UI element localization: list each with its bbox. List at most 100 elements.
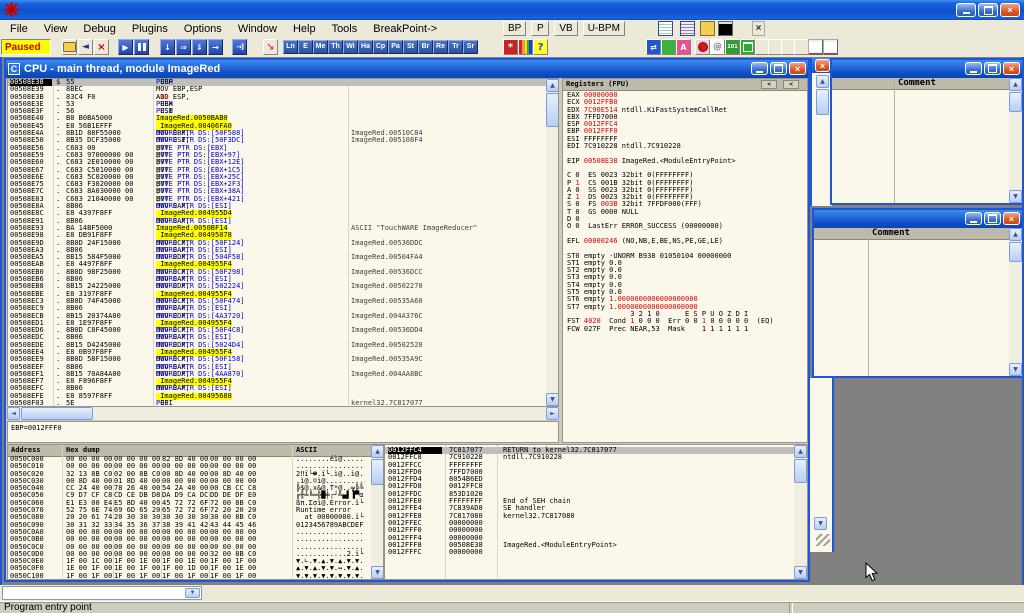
register-line[interactable]: T 0 GS 0000 NULL xyxy=(563,209,807,216)
cpu-titlebar[interactable]: C CPU - main thread, module ImageRed × xyxy=(6,60,808,78)
scrollbar-thumb[interactable] xyxy=(21,407,93,420)
close-pane-button[interactable]: × xyxy=(815,59,830,72)
menu-item-options[interactable]: Options xyxy=(176,23,230,35)
pane-button-ln[interactable]: Ln xyxy=(283,40,298,54)
scroll-right-button[interactable]: ► xyxy=(546,407,559,420)
close-program-icon[interactable]: × xyxy=(94,39,109,55)
disasm-row[interactable]: 00508EB0.8B0D 98F25000MOV ECX,DWORD PTR … xyxy=(8,269,558,276)
menu-button-ubpm[interactable]: U-BPM xyxy=(583,21,625,36)
scroll-down-button[interactable]: ▼ xyxy=(371,566,384,579)
pane-button-me[interactable]: Me xyxy=(313,40,328,54)
cpu-close-button[interactable]: × xyxy=(789,62,806,75)
disasm-row[interactable]: 00508E83.C683 21040000 00MOV BYTE PTR DS… xyxy=(8,196,558,203)
scroll-up-button[interactable]: ▲ xyxy=(816,75,829,88)
pane-button-ha[interactable]: Ha xyxy=(358,40,373,54)
disasm-row[interactable]: 00508E38$55PUSH EBP xyxy=(8,79,558,86)
disasm-row[interactable]: 00508E3E.53PUSH EBX xyxy=(8,101,558,108)
disasm-row[interactable]: 00508EE9.8B0D 58F15000MOV ECX,DWORD PTR … xyxy=(8,356,558,363)
scroll-up-button[interactable]: ▲ xyxy=(1009,228,1022,241)
maximize-button[interactable] xyxy=(984,62,1001,75)
comment-window-bottom-titlebar[interactable]: × xyxy=(814,210,1022,228)
column-headers[interactable]: Comment xyxy=(832,78,1022,90)
column-headers[interactable]: Comment xyxy=(814,228,1022,240)
close-button[interactable]: × xyxy=(1003,212,1020,225)
menu-item-tools[interactable]: Tools xyxy=(324,23,366,35)
pane-button-th[interactable]: Th xyxy=(328,40,343,54)
pane-button-e[interactable]: E xyxy=(298,40,313,54)
scroll-up-button[interactable]: ▲ xyxy=(371,445,384,458)
scrollbar-thumb[interactable] xyxy=(546,93,559,127)
menu-item-debug[interactable]: Debug xyxy=(75,23,123,35)
menu-item-plugins[interactable]: Plugins xyxy=(124,23,176,35)
goto-address-icon[interactable]: ↘ xyxy=(263,39,278,55)
minimize-button[interactable] xyxy=(965,212,982,225)
scroll-down-button[interactable]: ▼ xyxy=(814,517,827,530)
scroll-left-button[interactable]: ◄ xyxy=(7,407,20,420)
close-button[interactable]: × xyxy=(1000,3,1020,17)
help-icon[interactable]: ? xyxy=(533,39,548,55)
blank-button[interactable] xyxy=(794,39,809,55)
menu-item-file[interactable]: File xyxy=(2,23,36,35)
pane-button-cp[interactable]: Cp xyxy=(373,40,388,54)
menu-item-window[interactable]: Window xyxy=(230,23,285,35)
scroll-left-button[interactable]: < xyxy=(783,80,799,89)
console-icon[interactable] xyxy=(718,21,733,36)
go-back-icon[interactable]: ◄ xyxy=(78,39,93,55)
comment-window-top-titlebar[interactable]: × xyxy=(832,60,1022,78)
pane-button-br[interactable]: Br xyxy=(418,40,433,54)
pane-button-tr[interactable]: Tr xyxy=(448,40,463,54)
scrollbar-thumb[interactable] xyxy=(816,89,829,115)
stack-vscrollbar[interactable]: ▲ ▼ xyxy=(794,445,807,579)
step-into-icon[interactable]: ↓ xyxy=(160,39,175,55)
cpu-restore-button[interactable] xyxy=(770,62,787,75)
menu-button-bp[interactable]: BP xyxy=(503,21,526,36)
menu-button-vb[interactable]: VB xyxy=(554,21,577,36)
scroll-down-button[interactable]: ▼ xyxy=(794,566,807,579)
comment-column-header[interactable]: Comment xyxy=(898,78,936,88)
open-file-icon[interactable] xyxy=(62,39,77,55)
command-combobox[interactable]: ▼ xyxy=(2,586,202,600)
scrollbar-thumb[interactable] xyxy=(794,459,807,483)
breakpoint-dot-icon[interactable] xyxy=(695,39,710,55)
scroll-up-button[interactable]: ▲ xyxy=(794,445,807,458)
notepad-icon[interactable] xyxy=(658,21,673,36)
scroll-down-button[interactable]: ▼ xyxy=(546,393,559,406)
scroll-up-button[interactable]: ▲ xyxy=(1009,78,1022,91)
scrollbar-thumb[interactable] xyxy=(1009,92,1022,112)
form-icon[interactable] xyxy=(808,39,823,55)
scrollbar-thumb[interactable] xyxy=(1009,242,1022,262)
register-line[interactable]: FCW 027F Prec NEAR,53 Mask 1 1 1 1 1 1 xyxy=(563,326,807,333)
scroll-up-button[interactable]: ▲ xyxy=(546,79,559,92)
options-icon[interactable]: * xyxy=(503,39,518,55)
updown-icon[interactable] xyxy=(661,39,676,55)
vscrollbar[interactable]: ▲ ▼ xyxy=(1009,78,1022,203)
spiral-icon[interactable]: @ xyxy=(710,39,725,55)
menu-item-view[interactable]: View xyxy=(36,23,76,35)
trace-over-icon[interactable]: → xyxy=(208,39,223,55)
cpu-minimize-button[interactable] xyxy=(751,62,768,75)
restore-button[interactable] xyxy=(978,3,998,17)
maximize-button[interactable] xyxy=(984,212,1001,225)
folder-icon[interactable] xyxy=(700,21,715,36)
step-over-icon[interactable]: ⇒ xyxy=(176,39,191,55)
pause-icon[interactable] xyxy=(134,39,149,55)
register-line[interactable]: EDI 7C910228 ntdll.7C910228 xyxy=(563,143,807,150)
disasm-row[interactable]: 00508E9D.8B0D 24F15000MOV ECX,DWORD PTR … xyxy=(8,240,558,247)
register-line[interactable]: O 0 LastErr ERROR_SUCCESS (00000000) xyxy=(563,223,807,230)
report-icon[interactable] xyxy=(823,39,838,55)
stack-row[interactable]: 0012FFFC00000000 xyxy=(385,549,807,556)
pane-button-sr[interactable]: Sr xyxy=(463,40,478,54)
comment-column-header[interactable]: Comment xyxy=(872,228,910,238)
analyze-icon[interactable]: A xyxy=(676,39,691,55)
close-button[interactable]: × xyxy=(1003,62,1020,75)
document-icon[interactable] xyxy=(680,21,695,36)
pane-button-re[interactable]: Re xyxy=(433,40,448,54)
window-icon[interactable] xyxy=(740,39,755,55)
close-panel-button[interactable]: × xyxy=(752,21,765,36)
dump-vscrollbar[interactable]: ▲ ▼ xyxy=(371,445,384,579)
disasm-row[interactable]: 00508EFE.E8 8597F8FFCALL ImageRed.004956… xyxy=(8,393,558,400)
vscrollbar[interactable]: ▲ ▼ xyxy=(1009,228,1022,376)
minimize-button[interactable] xyxy=(965,62,982,75)
scrollbar-thumb[interactable] xyxy=(371,459,384,485)
disasm-row[interactable]: 00508ED6.8B0D C8F45000MOV ECX,DWORD PTR … xyxy=(8,327,558,334)
